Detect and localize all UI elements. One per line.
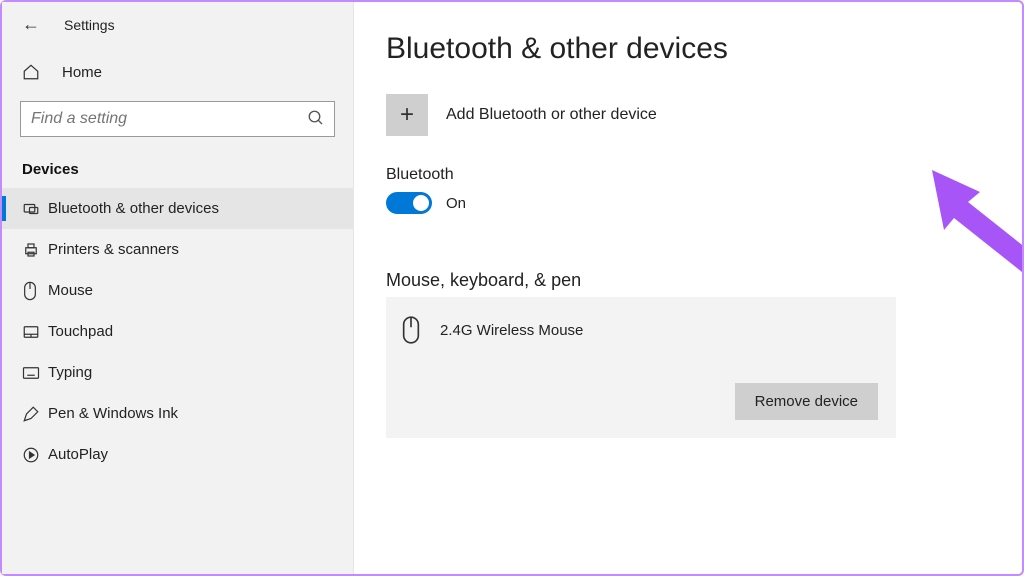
sidebar-item-autoplay[interactable]: AutoPlay <box>2 434 353 475</box>
window-title: Settings <box>64 17 115 33</box>
add-device-button[interactable]: + Add Bluetooth or other device <box>386 94 1012 136</box>
main-content: Bluetooth & other devices + Add Bluetoot… <box>354 2 1022 574</box>
search-wrap <box>20 101 335 137</box>
sidebar-item-label: Touchpad <box>48 323 113 340</box>
remove-device-button[interactable]: Remove device <box>735 383 878 420</box>
device-name: 2.4G Wireless Mouse <box>440 322 583 339</box>
sidebar-item-label: AutoPlay <box>48 446 108 463</box>
device-group-title: Mouse, keyboard, & pen <box>386 270 1012 291</box>
bluetooth-toggle-row: On <box>386 192 1012 214</box>
sidebar-nav-list: Bluetooth & other devices Printers & sca… <box>2 188 353 475</box>
pen-icon <box>22 405 42 423</box>
sidebar-item-label: Typing <box>48 364 92 381</box>
window-topbar: ← Settings <box>2 2 353 45</box>
sidebar-item-printers[interactable]: Printers & scanners <box>2 229 353 270</box>
sidebar-item-touchpad[interactable]: Touchpad <box>2 311 353 352</box>
sidebar-item-mouse[interactable]: Mouse <box>2 270 353 311</box>
sidebar-item-typing[interactable]: Typing <box>2 352 353 393</box>
sidebar-item-label: Printers & scanners <box>48 241 179 258</box>
nav-home[interactable]: Home <box>2 45 353 91</box>
mouse-icon <box>22 281 42 301</box>
search-input[interactable] <box>20 101 335 137</box>
bluetooth-toggle-state: On <box>446 195 466 212</box>
printer-icon <box>22 241 42 259</box>
sidebar-item-label: Mouse <box>48 282 93 299</box>
back-arrow-icon[interactable]: ← <box>22 14 40 35</box>
add-device-label: Add Bluetooth or other device <box>446 106 657 124</box>
bluetooth-devices-icon <box>22 200 42 218</box>
device-row: 2.4G Wireless Mouse <box>400 315 878 345</box>
bluetooth-section-label: Bluetooth <box>386 166 1012 184</box>
sidebar-section-label: Devices <box>2 147 353 188</box>
home-icon <box>22 63 42 81</box>
device-card[interactable]: 2.4G Wireless Mouse Remove device <box>386 297 896 438</box>
search-icon <box>307 109 325 127</box>
page-title: Bluetooth & other devices <box>386 32 1012 66</box>
sidebar-item-label: Pen & Windows Ink <box>48 405 178 422</box>
touchpad-icon <box>22 323 42 341</box>
plus-icon: + <box>386 94 428 136</box>
sidebar-item-label: Bluetooth & other devices <box>48 200 219 217</box>
bluetooth-toggle[interactable] <box>386 192 432 214</box>
keyboard-icon <box>22 366 42 380</box>
sidebar-item-bluetooth-devices[interactable]: Bluetooth & other devices <box>2 188 353 229</box>
mouse-device-icon <box>400 315 422 345</box>
settings-sidebar: ← Settings Home Devices Bluetooth & othe… <box>2 2 354 574</box>
sidebar-item-pen-ink[interactable]: Pen & Windows Ink <box>2 393 353 434</box>
autoplay-icon <box>22 446 42 464</box>
nav-home-label: Home <box>62 64 102 81</box>
